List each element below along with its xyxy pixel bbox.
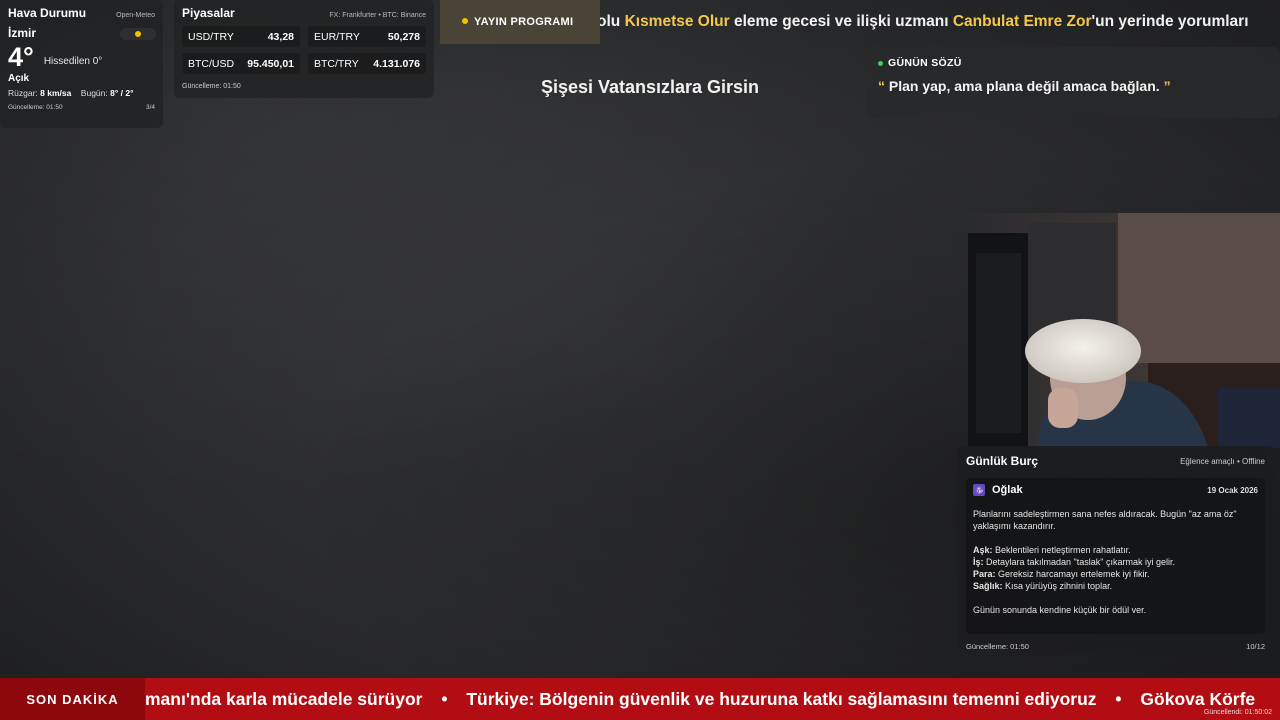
money-text: Gereksiz harcamayı ertelemek iyi fikir. (995, 569, 1150, 579)
horoscope-updated: Güncelleme: 01:50 (966, 642, 1029, 651)
markets-title: Piyasalar (182, 6, 235, 20)
horoscope-health: Sağlık: Kısa yürüyüş zihnini toplar. (973, 580, 1258, 592)
markets-source: FX: Frankfurter • BTC: Binance (329, 12, 426, 19)
rate-value: 43,28 (267, 30, 294, 43)
news-item: Gökova Körfe (1140, 689, 1256, 709)
weather-updated: Güncelleme: 01:50 (8, 104, 63, 111)
money-label: Para: (973, 569, 996, 579)
schedule-text-mid: eleme gecesi ve ilişki uzmanı (729, 13, 953, 30)
news-item: manı'nda karla mücadele sürüyor (145, 689, 423, 709)
quote-label: GÜNÜN SÖZÜ (888, 57, 962, 69)
schedule-ticker-text: olu Kısmetse Olur eleme gecesi ve ilişki… (597, 0, 1249, 44)
weather-details: Rüzgar: 8 km/sa Bugün: 8° / 2° (8, 88, 155, 98)
breaking-news-ticker: SON DAKİKA manı'nda karla mücadele sürüy… (0, 678, 1280, 720)
rate-value: 50,278 (387, 30, 420, 43)
horoscope-card: ♑ Oğlak 19 Ocak 2026 Planlarını sadeleşt… (966, 478, 1265, 634)
rate-btc-try: BTC/TRY 4.131.076 (308, 53, 426, 74)
capricorn-icon: ♑ (973, 484, 985, 496)
breaking-news-label: SON DAKİKA (0, 678, 145, 720)
rate-pair: EUR/TRY (314, 30, 360, 43)
schedule-text-post: 'un yerinde yorumları (1091, 13, 1249, 30)
live-dot-icon (462, 18, 468, 24)
schedule-highlight-guest: Canbulat Emre Zor (952, 13, 1092, 30)
rate-eur-try: EUR/TRY 50,278 (308, 26, 426, 47)
schedule-label-text: YAYIN PROGRAMI (474, 16, 574, 28)
horoscope-title: Günlük Burç (966, 454, 1039, 468)
rate-value: 4.131.076 (373, 57, 420, 70)
schedule-label: YAYIN PROGRAMI (440, 0, 600, 44)
weather-source: Open-Meteo (116, 12, 155, 19)
schedule-highlight-show: Kısmetse Olur (624, 13, 730, 30)
rate-pair: USD/TRY (188, 30, 234, 43)
quote-text: “ Plan yap, ama plana değil amaca bağlan… (878, 78, 1268, 94)
quote-widget: GÜNÜN SÖZÜ “ Plan yap, ama plana değil a… (866, 47, 1280, 118)
work-label: İş: (973, 557, 984, 567)
rate-usd-try: USD/TRY 43,28 (182, 26, 300, 47)
schedule-ticker: olu Kısmetse Olur eleme gecesi ve ilişki… (440, 0, 1280, 44)
news-separator: • (441, 689, 448, 709)
horoscope-money: Para: Gereksiz harcamayı ertelemek iyi f… (973, 568, 1258, 580)
love-label: Aşk: (973, 545, 993, 555)
webcam-image (968, 213, 1280, 448)
horoscope-note: Eğlence amaçlı • Offline (1180, 456, 1265, 466)
horoscope-widget: Günlük Burç Eğlence amaçlı • Offline ♑ O… (957, 446, 1274, 651)
love-text: Beklentileri netleştirmen rahatlatır. (992, 545, 1131, 555)
horoscope-body: Planlarını sadeleştirmen sana nefes aldı… (973, 508, 1258, 616)
horoscope-page-indicator: 10/12 (1246, 642, 1265, 651)
horoscope-closing: Günün sonunda kendine küçük bir ödül ver… (973, 605, 1147, 615)
horoscope-work: İş: Detaylara takılmadan "taslak" çıkarm… (973, 556, 1258, 568)
status-dot-icon (878, 60, 883, 66)
rate-pair: BTC/USD (188, 57, 235, 70)
weather-title: Hava Durumu (8, 6, 87, 20)
news-item: Türkiye: Bölgenin güvenlik ve huzuruna k… (466, 689, 1097, 709)
horoscope-love: Aşk: Beklentileri netleştirmen rahatlatı… (973, 544, 1258, 556)
rate-btc-usd: BTC/USD 95.450,01 (182, 53, 300, 74)
horoscope-intro: Planlarını sadeleştirmen sana nefes aldı… (973, 509, 1237, 531)
sun-icon (120, 28, 156, 40)
today-label: Bugün: (80, 88, 108, 98)
markets-widget: Piyasalar FX: Frankfurter • BTC: Binance… (174, 0, 434, 98)
webcam-feed (968, 213, 1280, 448)
news-updated: Güncellendi: 01:50:02 (1203, 709, 1272, 716)
weather-page-indicator: 3/4 (145, 104, 155, 111)
schedule-text-pre: olu (597, 13, 625, 30)
today-value: 8° / 2° (110, 88, 134, 98)
health-label: Sağlık: (973, 581, 1003, 591)
wind-value: 8 km/sa (40, 88, 72, 98)
quote-body: Plan yap, ama plana değil amaca bağlan. (888, 78, 1160, 94)
horoscope-sign: ♑ Oğlak (973, 484, 1023, 496)
rate-value: 95.450,01 (247, 57, 294, 70)
wind-label: Rüzgar: (8, 88, 38, 98)
weather-condition: Açık (8, 73, 30, 84)
work-text: Detaylara takılmadan "taslak" çıkarmak i… (983, 557, 1175, 567)
quote-open-mark: “ (878, 78, 885, 94)
horoscope-date: 19 Ocak 2026 (1207, 485, 1258, 495)
breaking-news-text: manı'nda karla mücadele sürüyor • Türkiy… (145, 678, 1255, 720)
stream-title: Şişesi Vatansızlara Girsin (540, 77, 760, 97)
health-text: Kısa yürüyüş zihnini toplar. (1002, 581, 1113, 591)
quote-close-mark: ” (1163, 78, 1171, 94)
markets-updated: Güncelleme: 01:50 (182, 83, 241, 90)
horoscope-sign-name: Oğlak (992, 484, 1023, 496)
news-separator: • (1115, 689, 1122, 709)
weather-widget: Hava Durumu Open-Meteo İzmir 4° Hissedil… (0, 0, 163, 128)
weather-feels-like: Hissedilen 0° (43, 55, 103, 67)
weather-temperature: 4° (8, 42, 34, 72)
rate-pair: BTC/TRY (314, 57, 359, 70)
